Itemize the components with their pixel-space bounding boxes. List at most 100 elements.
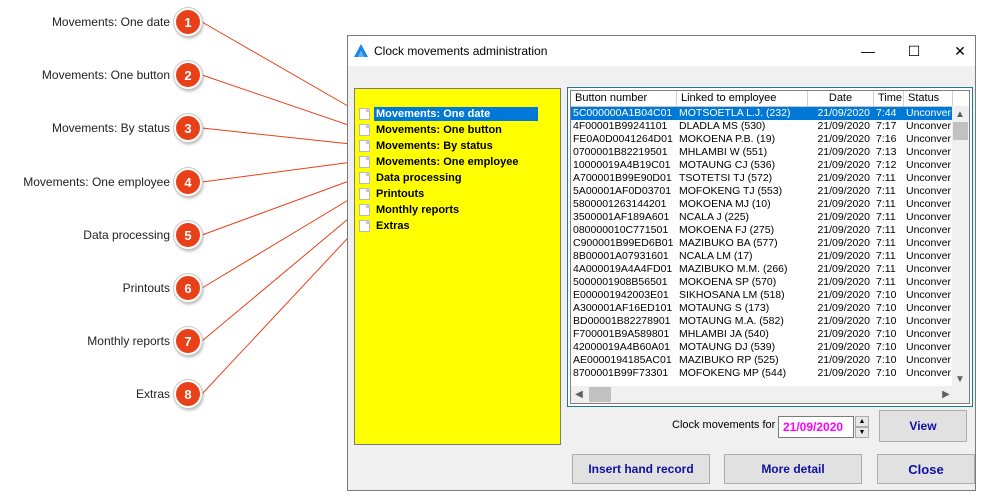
cell-button-number: A700001B99E90D01 (573, 172, 672, 184)
table-row[interactable]: C900001B99ED6B01 MAZIBUKO BA (577) 21/09/2… (571, 237, 953, 250)
date-spinner[interactable]: ▲ ▼ (855, 416, 869, 438)
cell-status: Unconver (906, 185, 951, 197)
cell-status: Unconver (906, 237, 951, 249)
close-button[interactable]: Close (877, 454, 975, 484)
connector-5 (201, 176, 361, 236)
table-row[interactable]: E000001942003E01 SIKHOSANA LM (518) 21/09/… (571, 289, 953, 302)
spin-down-icon[interactable]: ▼ (855, 427, 869, 438)
spin-up-icon[interactable]: ▲ (855, 416, 869, 427)
maximize-button[interactable]: ☐ (891, 36, 937, 66)
list-rows: 5C000000A1B04C01 MOTSOETLA L.J. (232) 21/0… (571, 107, 953, 380)
cell-status: Unconver (906, 172, 951, 184)
cell-employee: MOTAUNG M.A. (582) (679, 315, 784, 327)
table-row[interactable]: 5C000000A1B04C01 MOTSOETLA L.J. (232) 21/0… (571, 107, 953, 120)
table-row[interactable]: AE0000194185AC01 MAZIBUKO RP (525) 21/09/2… (571, 354, 953, 367)
insert-hand-record-button[interactable]: Insert hand record (572, 454, 710, 484)
table-row[interactable]: 3500001AF189A601 NCALA J (225) 21/09/2020 7… (571, 211, 953, 224)
cell-button-number: 8700001B99F73301 (573, 367, 669, 379)
menu-item-printouts[interactable]: Printouts (358, 186, 561, 201)
table-row[interactable]: A700001B99E90D01 TSOTETSI TJ (572) 21/09/2… (571, 172, 953, 185)
column-header-button-number[interactable]: Button number (571, 91, 677, 106)
date-field[interactable]: 21/09/2020 (778, 416, 854, 438)
scroll-down-icon[interactable]: ▼ (952, 371, 968, 387)
horizontal-scroll-thumb[interactable] (589, 387, 611, 402)
table-row[interactable]: 4A000019A4A4FD01 MAZIBUKO M.M. (266) 21/09… (571, 263, 953, 276)
scroll-up-icon[interactable]: ▲ (952, 106, 968, 122)
cell-button-number: BD00001B82278901 (573, 315, 671, 327)
title-bar[interactable]: Clock movements administration — ☐ ✕ (348, 36, 975, 66)
cell-employee: MOTSOETLA L.J. (232) (679, 107, 791, 119)
vertical-scrollbar[interactable]: ▲ ▼ (952, 106, 969, 387)
menu-item-movements-one-button[interactable]: Movements: One button (358, 122, 561, 137)
document-icon (359, 171, 370, 184)
cell-time: 7:11 (876, 276, 896, 288)
menu-item-label: Movements: By status (376, 139, 493, 152)
connector-2 (201, 74, 361, 130)
menu-item-extras[interactable]: Extras (358, 218, 561, 233)
cell-date: 21/09/2020 (817, 159, 870, 171)
table-row[interactable]: 10000019A4B19C01 MOTAUNG CJ (536) 21/09/20… (571, 159, 953, 172)
table-row[interactable]: 42000019A4B60A01 MOTAUNG DJ (539) 21/09/20… (571, 341, 953, 354)
callout-badge-3: 3 (174, 114, 202, 142)
scroll-left-icon[interactable]: ◀ (571, 386, 587, 402)
list-header: Button number Linked to employee Date Ti… (571, 91, 969, 107)
menu-item-label: Data processing (376, 171, 462, 184)
cell-date: 21/09/2020 (817, 276, 870, 288)
column-header-time[interactable]: Time (874, 91, 904, 106)
cell-time: 7:11 (876, 263, 896, 275)
cell-time: 7:13 (876, 146, 897, 158)
table-row[interactable]: 8700001B99F73301 MOFOKENG MP (544) 21/09/2… (571, 367, 953, 380)
table-row[interactable]: F700001B9A589801 MHLAMBI JA (540) 21/09/20… (571, 328, 953, 341)
cell-time: 7:10 (876, 341, 897, 353)
cell-employee: NCALA J (225) (679, 211, 750, 223)
cell-button-number: 10000019A4B19C01 (573, 159, 671, 171)
cell-date: 21/09/2020 (817, 315, 870, 327)
menu-item-data-processing[interactable]: Data processing (358, 170, 561, 185)
table-row[interactable]: FE0A0D0041264D01 MOKOENA P.B. (19) 21/09/2… (571, 133, 953, 146)
movements-list[interactable]: Button number Linked to employee Date Ti… (570, 90, 970, 404)
menu-item-movements-one-date[interactable]: Movements: One date (358, 106, 561, 121)
menu-item-movements-by-status[interactable]: Movements: By status (358, 138, 561, 153)
column-header-linked-employee[interactable]: Linked to employee (677, 91, 808, 106)
column-header-date[interactable]: Date (808, 91, 874, 106)
callout-label-7: Monthly reports (87, 334, 170, 348)
cell-status: Unconver (906, 289, 951, 301)
cell-status: Unconver (906, 159, 951, 171)
more-detail-button[interactable]: More detail (724, 454, 862, 484)
menu-item-monthly-reports[interactable]: Monthly reports (358, 202, 561, 217)
cell-date: 21/09/2020 (817, 367, 870, 379)
app-window: Clock movements administration — ☐ ✕ Mov… (347, 35, 976, 491)
table-row[interactable]: 0700001B82219501 MHLAMBI W (551) 21/09/202… (571, 146, 953, 159)
document-icon (359, 139, 370, 152)
cell-employee: MOTAUNG CJ (536) (679, 159, 776, 171)
cell-status: Unconver (906, 224, 951, 236)
table-row[interactable]: 8B00001A07931601 NCALA LM (17) 21/09/2020 7… (571, 250, 953, 263)
cell-button-number: 5000001908B56501 (573, 276, 668, 288)
column-header-status[interactable]: Status (904, 91, 953, 106)
close-window-button[interactable]: ✕ (937, 36, 983, 66)
cell-button-number: FE0A0D0041264D01 (573, 133, 673, 145)
cell-employee: MOKOENA P.B. (19) (679, 133, 776, 145)
table-row[interactable]: A300001AF16ED101 MOTAUNG S (173) 21/09/202… (571, 302, 953, 315)
view-button[interactable]: View (879, 410, 967, 442)
document-icon (359, 155, 370, 168)
document-icon (359, 107, 370, 120)
table-row[interactable]: 5800001263144201 MOKOENA MJ (10) 21/09/202… (571, 198, 953, 211)
menu-item-movements-one-employee[interactable]: Movements: One employee (358, 154, 561, 169)
table-row[interactable]: 5A00001AF0D03701 MOFOKENG TJ (553) 21/09/2… (571, 185, 953, 198)
table-row[interactable]: 4F00001B99241101 DLADLA MS (530) 21/09/202… (571, 120, 953, 133)
horizontal-scrollbar[interactable]: ◀ ▶ (571, 386, 954, 403)
cell-button-number: AE0000194185AC01 (573, 354, 672, 366)
table-row[interactable]: 5000001908B56501 MOKOENA SP (570) 21/09/20… (571, 276, 953, 289)
cell-button-number: 8B00001A07931601 (573, 250, 669, 262)
table-row[interactable]: BD00001B82278901 MOTAUNG M.A. (582) 21/09/… (571, 315, 953, 328)
cell-date: 21/09/2020 (817, 341, 870, 353)
minimize-button[interactable]: — (845, 36, 891, 66)
table-row[interactable]: 080000010C771501 MOKOENA FJ (275) 21/09/20… (571, 224, 953, 237)
connector-7 (201, 208, 361, 342)
cell-button-number: 4F00001B99241101 (573, 120, 668, 132)
cell-button-number: 3500001AF189A601 (573, 211, 670, 223)
cell-employee: MOKOENA SP (570) (679, 276, 777, 288)
cell-employee: MAZIBUKO M.M. (266) (679, 263, 788, 275)
vertical-scroll-thumb[interactable] (953, 122, 968, 140)
